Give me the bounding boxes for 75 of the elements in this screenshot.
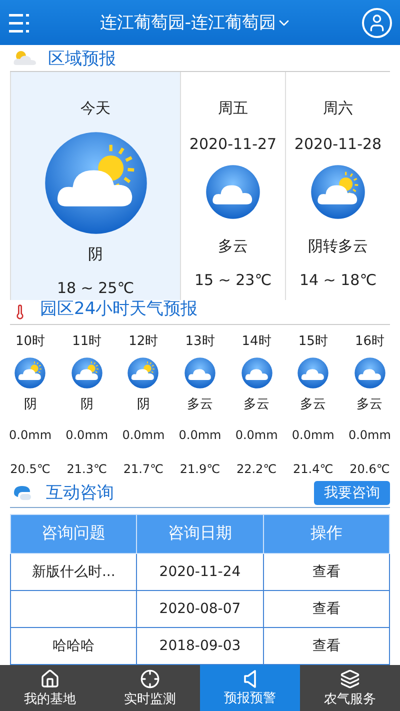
cloud-icon <box>205 164 261 220</box>
cloud-icon <box>240 356 273 389</box>
speaker-icon <box>244 670 256 688</box>
nav-tab[interactable]: 预报预警 <box>200 665 300 711</box>
consult-button[interactable]: 我要咨询 <box>314 480 390 505</box>
rainfall-value: 0.0mm <box>9 426 52 444</box>
rainfall-value: 0.0mm <box>292 426 334 444</box>
cloud-icon <box>297 356 330 389</box>
table-cell: 2018-09-03 <box>136 627 264 664</box>
layers-icon <box>340 668 360 688</box>
rainfall-value: 0.0mm <box>122 426 165 444</box>
condition-label: 阴 <box>80 396 94 414</box>
condition-label: 阴 <box>88 244 103 266</box>
hour-label: 10时 <box>16 332 46 351</box>
temperature-value: 20.5℃ <box>10 460 50 478</box>
sun-cloud-icon <box>310 164 366 220</box>
temperature-range: 15 ~ 23℃ <box>194 270 272 292</box>
rainfall-value: 0.0mm <box>235 426 278 444</box>
condition-label: 多云 <box>244 396 270 414</box>
section-title: 互动咨询 <box>46 482 114 504</box>
date-label: 2020-11-28 <box>294 134 382 156</box>
temperature-value: 21.7℃ <box>123 460 164 478</box>
hour-label: 12时 <box>128 332 158 351</box>
table-cell: 新版什么时... <box>10 553 137 590</box>
column-header: 咨询问题 <box>10 514 137 554</box>
rainfall-value: 0.0mm <box>66 426 108 444</box>
sun-cloud-icon <box>127 356 160 389</box>
hour-label: 16时 <box>354 332 384 351</box>
table-cell: 2020-11-24 <box>136 553 264 590</box>
view-link[interactable]: 查看 <box>263 553 390 590</box>
sun-cloud-icon <box>12 49 38 67</box>
hour-label: 14时 <box>242 332 272 351</box>
condition-label: 阴 <box>136 396 150 414</box>
temperature-range: 14 ~ 18℃ <box>299 270 377 292</box>
menu-icon[interactable] <box>8 12 30 34</box>
column-header: 咨询日期 <box>136 514 264 554</box>
temperature-value: 21.9℃ <box>180 460 220 478</box>
column-header: 操作 <box>263 514 390 554</box>
cloud-icon <box>184 356 216 389</box>
condition-label: 多云 <box>218 236 248 258</box>
date-label: 2020-11-27 <box>189 134 277 156</box>
temperature-value: 21.3℃ <box>66 460 107 478</box>
sun-cloud-icon <box>70 356 103 389</box>
crosshair-icon <box>140 668 160 688</box>
temperature-value: 21.4℃ <box>293 460 334 478</box>
user-icon[interactable] <box>362 8 392 38</box>
rainfall-value: 0.0mm <box>348 426 391 444</box>
sun-cloud-icon <box>42 130 148 236</box>
day-label: 今天 <box>80 98 110 120</box>
home-icon <box>40 668 60 688</box>
table-cell: 2020-08-07 <box>136 590 264 628</box>
table-cell: 哈哈哈 <box>10 627 137 664</box>
day-label: 周五 <box>218 98 248 120</box>
view-link[interactable]: 查看 <box>263 627 390 664</box>
temperature-range: 18 ~ 25℃ <box>56 278 134 300</box>
rainfall-value: 0.0mm <box>178 426 222 444</box>
section-title: 园区24小时天气预报 <box>40 298 198 320</box>
condition-label: 多云 <box>300 396 326 414</box>
temperature-value: 20.6℃ <box>350 460 390 478</box>
condition-label: 阴转多云 <box>308 236 368 258</box>
condition-label: 多云 <box>356 396 383 414</box>
location-title[interactable]: 连江葡萄园-连江葡萄园 <box>100 11 276 34</box>
view-link[interactable]: 查看 <box>263 590 390 628</box>
temperature-value: 22.2℃ <box>236 460 277 478</box>
sun-cloud-icon <box>14 356 46 389</box>
condition-label: 阴 <box>24 396 37 414</box>
hour-label: 11时 <box>72 332 102 351</box>
chat-bubble-icon <box>12 484 32 501</box>
day-forecast-card[interactable]: 今天 阴 18 ~ 25℃ <box>10 72 180 300</box>
hour-label: 15时 <box>298 332 328 351</box>
condition-label: 多云 <box>186 396 213 414</box>
day-label: 周六 <box>323 98 353 120</box>
cloud-icon <box>354 356 386 389</box>
hour-label: 13时 <box>185 332 215 351</box>
section-title: 区域预报 <box>48 48 116 70</box>
